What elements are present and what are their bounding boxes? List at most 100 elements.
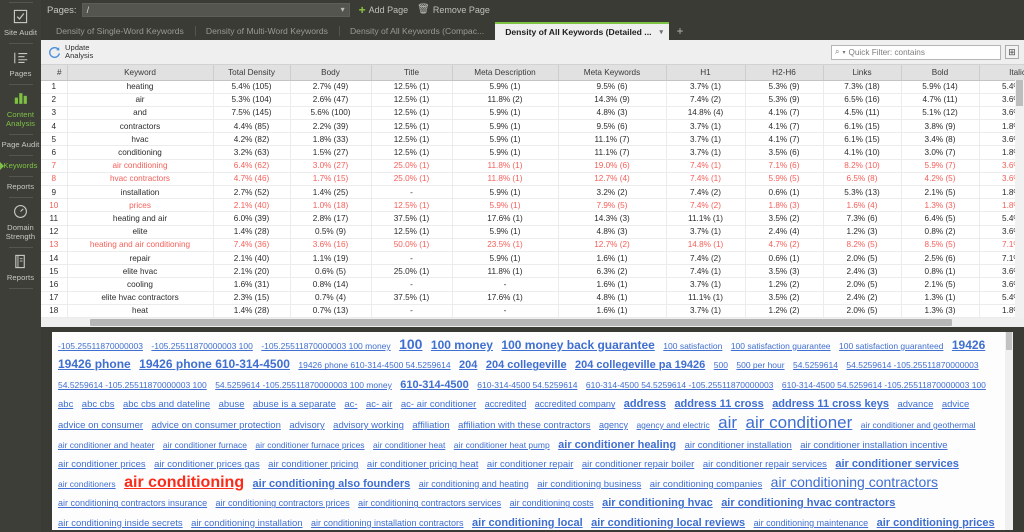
chevron-down-icon[interactable]: ▾ bbox=[842, 49, 845, 56]
table-row[interactable]: 14 repair 2.1% (40) 1.1% (19) -5.9% (1) 1.6% … bbox=[41, 251, 1024, 266]
tag-cloud-item[interactable]: air conditioner furnace prices bbox=[255, 440, 364, 450]
tag-cloud-item[interactable]: 54.5259614 -105.25511870000003 100 bbox=[58, 380, 207, 390]
tag-cloud-item[interactable]: address bbox=[624, 398, 666, 410]
tag-cloud-item[interactable]: 100 bbox=[399, 336, 422, 352]
tag-cloud-item[interactable]: 100 satisfaction guaranteed bbox=[839, 341, 943, 351]
tag-cloud-item[interactable]: air conditioner heat pump bbox=[454, 440, 550, 450]
column-header-body[interactable]: Body bbox=[290, 65, 372, 81]
tag-cloud-item[interactable]: air conditioning contractors services bbox=[358, 498, 501, 508]
tag-cloud-item[interactable]: 19426 bbox=[952, 338, 985, 352]
tag-cloud-item[interactable]: 204 collegeville bbox=[486, 359, 567, 371]
table-row[interactable]: 18 heat 1.4% (28) 0.7% (13) - -1.6% (1) 3.7% (… bbox=[41, 304, 1024, 318]
tag-cloud-item[interactable]: affiliation bbox=[412, 420, 449, 431]
tag-cloud-item[interactable]: address 11 cross bbox=[674, 398, 763, 410]
table-row[interactable]: 4 contractors 4.4% (85) 2.2% (39) 12.5% (1) 5… bbox=[41, 119, 1024, 134]
remove-page-button[interactable]: 🗑 Remove Page bbox=[417, 5, 490, 16]
sidebar-item-page-audit[interactable]: Page Audit bbox=[0, 135, 41, 155]
tab-density-all-compact[interactable]: Density of All Keywords (Compac... bbox=[338, 22, 495, 40]
sidebar-item-reports-1[interactable]: Reports bbox=[0, 177, 41, 197]
column-header-h1[interactable]: H1 bbox=[666, 65, 746, 81]
table-row[interactable]: 3 and 7.5% (145) 5.6% (100) 12.5% (1) 5.9% (1… bbox=[41, 106, 1024, 121]
tab-density-single-word[interactable]: Density of Single-Word Keywords bbox=[45, 22, 195, 40]
tag-cloud-item[interactable]: air conditioning inside secrets bbox=[58, 518, 183, 529]
column-header-meta-description[interactable]: Meta Description bbox=[452, 65, 559, 81]
tag-cloud-item[interactable]: air conditioning installation contractor… bbox=[311, 518, 464, 528]
column-header-index[interactable]: # bbox=[41, 65, 68, 81]
column-header-title[interactable]: Title bbox=[371, 65, 453, 81]
tag-cloud-item[interactable]: air conditioning companies bbox=[650, 479, 762, 490]
expand-filter-button[interactable]: ⊞ bbox=[1005, 45, 1019, 59]
table-horizontal-scrollbar[interactable] bbox=[41, 317, 1024, 327]
tag-cloud-item[interactable]: air conditioning hvac contractors bbox=[721, 497, 895, 509]
tag-cloud-item[interactable]: 610-314-4500 bbox=[400, 379, 469, 391]
sidebar-item-site-audit[interactable]: Site Audit bbox=[0, 3, 41, 43]
tag-cloud-item[interactable]: air conditioning contractors insurance bbox=[58, 498, 207, 508]
tag-cloud-item[interactable]: 19426 phone bbox=[58, 357, 131, 371]
tag-cloud-item[interactable]: 19426 phone 610-314-4500 bbox=[139, 357, 290, 371]
table-row[interactable]: 11 heating and air 6.0% (39) 2.8% (17) 37.5%… bbox=[41, 211, 1024, 226]
table-row[interactable]: 17 elite hvac contractors 2.3% (15) 0.7% (4… bbox=[41, 291, 1024, 305]
tag-cloud-item[interactable]: 204 collegeville pa 19426 bbox=[575, 359, 705, 371]
tag-cloud-item[interactable]: 100 satisfaction bbox=[663, 341, 722, 351]
tag-cloud-item[interactable]: address 11 cross keys bbox=[772, 398, 889, 410]
tag-cloud-item[interactable]: air conditioner installation incentive bbox=[800, 440, 947, 451]
tag-cloud-item[interactable]: agency bbox=[599, 420, 628, 430]
tag-cloud-item[interactable]: air conditioning costs bbox=[510, 498, 594, 508]
sidebar-item-domain-strength[interactable]: Domain Strength bbox=[0, 198, 41, 247]
table-row[interactable]: 15 elite hvac 2.1% (20) 0.6% (5) 25.0% (1) 11… bbox=[41, 264, 1024, 279]
sidebar-item-reports-2[interactable]: Reports bbox=[0, 248, 41, 288]
tag-cloud-item[interactable]: 500 bbox=[714, 360, 728, 370]
tag-cloud-item[interactable]: air conditioner pricing heat bbox=[367, 459, 478, 470]
tag-cloud-item[interactable]: -105.25511870000003 100 money bbox=[261, 341, 390, 351]
table-row[interactable]: 1 heating 5.4% (105) 2.7% (49) 12.5% (1) 5.9%… bbox=[41, 80, 1024, 94]
tag-cloud-item[interactable]: 610-314-4500 54.5259614 bbox=[477, 380, 577, 390]
tab-density-multi-word[interactable]: Density of Multi-Word Keywords bbox=[194, 22, 339, 40]
tag-cloud-item[interactable]: air conditioner heat bbox=[373, 440, 445, 450]
tag-cloud-item[interactable]: 100 money back guarantee bbox=[501, 338, 654, 352]
cloud-vertical-scrollbar[interactable] bbox=[1005, 331, 1013, 530]
column-header-total-density[interactable]: Total Density bbox=[213, 65, 291, 81]
table-row[interactable]: 6 conditioning 3.2% (63) 1.5% (27) 12.5% (1)… bbox=[41, 145, 1024, 160]
tag-cloud-item[interactable]: air conditioning contractors prices bbox=[216, 498, 350, 508]
tag-cloud-item[interactable]: air conditioning installation bbox=[191, 518, 302, 529]
table-row[interactable]: 12 elite 1.4% (28) 0.5% (9) 12.5% (1) 5.9% (1… bbox=[41, 225, 1024, 239]
tag-cloud-item[interactable]: air conditioner installation bbox=[685, 440, 792, 451]
sidebar-item-content-analysis[interactable]: Content Analysis bbox=[0, 85, 41, 134]
tag-cloud-item[interactable]: -105.25511870000003 bbox=[58, 341, 143, 351]
tag-cloud-item[interactable]: air conditioning bbox=[124, 474, 244, 491]
table-row[interactable]: 5 hvac 4.2% (82) 1.8% (33) 12.5% (1) 5.9% (1)… bbox=[41, 132, 1024, 147]
table-row[interactable]: 7 air conditioning 6.4% (62) 3.0% (27) 25.0%… bbox=[41, 159, 1024, 173]
tag-cloud-item[interactable]: abuse bbox=[219, 399, 245, 410]
tag-cloud-item[interactable]: air bbox=[718, 413, 737, 432]
tag-cloud-item[interactable]: accredited bbox=[485, 399, 527, 409]
sidebar-item-pages[interactable]: Pages bbox=[0, 44, 41, 84]
tag-cloud-item[interactable]: air conditioner prices bbox=[58, 459, 146, 470]
tag-cloud-item[interactable]: air conditioning and heating bbox=[419, 479, 529, 489]
tag-cloud-item[interactable]: air conditioning business bbox=[537, 479, 641, 490]
tag-cloud-item[interactable]: 54.5259614 -105.25511870000003 bbox=[846, 360, 978, 370]
table-row[interactable]: 9 installation 2.7% (52) 1.4% (25) -5.9% (1)… bbox=[41, 185, 1024, 200]
column-header-meta-keywords[interactable]: Meta Keywords bbox=[558, 65, 667, 81]
table-row[interactable]: 16 cooling 1.6% (31) 0.8% (14) - -1.6% (1) 3.7… bbox=[41, 277, 1024, 292]
tag-cloud-item[interactable]: air conditioner repair boiler bbox=[582, 459, 694, 470]
tag-cloud-item[interactable]: air conditioning local bbox=[472, 517, 583, 529]
tag-cloud-item[interactable]: air conditioners bbox=[58, 479, 116, 489]
tag-cloud-item[interactable]: 204 bbox=[459, 359, 477, 371]
search-icon[interactable]: ⌕ bbox=[835, 47, 839, 57]
scrollbar-thumb[interactable] bbox=[1016, 80, 1023, 106]
update-analysis-button[interactable]: Update Analysis bbox=[48, 43, 93, 61]
tag-cloud-item[interactable]: 100 money bbox=[431, 338, 493, 352]
tag-cloud-item[interactable]: accredited company bbox=[535, 399, 616, 409]
tag-cloud-item[interactable]: air conditioning also founders bbox=[253, 478, 411, 490]
tag-cloud-item[interactable]: 500 per hour bbox=[736, 360, 784, 370]
tag-cloud-item[interactable]: air conditioner services bbox=[835, 458, 959, 470]
tag-cloud-item[interactable]: air conditioning local reviews bbox=[591, 517, 745, 529]
column-header-keyword[interactable]: Keyword bbox=[67, 65, 214, 81]
tag-cloud-item[interactable]: abc cbs bbox=[82, 399, 115, 410]
sidebar-item-keywords[interactable]: Keywords bbox=[0, 156, 41, 176]
tag-cloud-item[interactable]: air conditioner prices gas bbox=[154, 459, 260, 470]
tag-cloud-item[interactable]: air conditioning hvac bbox=[602, 497, 713, 509]
tag-cloud-item[interactable]: ac- air conditioner bbox=[401, 399, 477, 410]
table-row[interactable]: 2 air 5.3% (104) 2.6% (47) 12.5% (1) 11.8% (2… bbox=[41, 93, 1024, 107]
tag-cloud-item[interactable]: air conditioner repair services bbox=[703, 459, 827, 470]
